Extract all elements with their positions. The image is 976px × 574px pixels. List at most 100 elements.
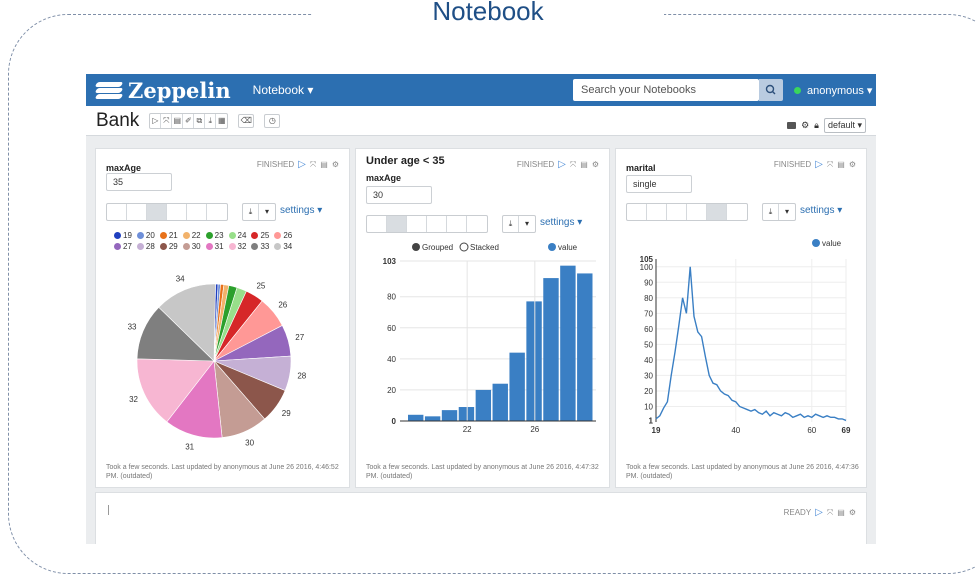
area-chart-icon[interactable] xyxy=(167,204,187,220)
search-button[interactable] xyxy=(759,79,783,101)
run-icon[interactable]: ▷ xyxy=(815,507,823,518)
y-tick-label: 30 xyxy=(644,371,653,380)
legend-item[interactable]: 20 xyxy=(136,231,155,240)
legend-item[interactable]: 25 xyxy=(251,231,269,240)
pie-chart-icon[interactable] xyxy=(407,216,427,232)
scatter-chart-icon[interactable] xyxy=(727,204,747,220)
settings-toggle[interactable]: settings ▾ xyxy=(800,205,842,216)
settings-toggle[interactable]: settings ▾ xyxy=(280,205,322,216)
chevron-down-icon[interactable]: ▾ xyxy=(779,204,795,220)
table-icon[interactable] xyxy=(107,204,127,220)
x-tick-label: 19 xyxy=(652,426,661,435)
table-icon[interactable] xyxy=(627,204,647,220)
table-icon[interactable] xyxy=(367,216,387,232)
notebook-title[interactable]: Bank xyxy=(96,110,139,132)
slice-label: 34 xyxy=(176,275,185,284)
gear-icon[interactable]: ⚙ xyxy=(849,160,856,169)
download-icon[interactable]: ⤓ xyxy=(763,204,779,220)
clone-icon[interactable]: ⧉ xyxy=(194,113,206,128)
expand-icon[interactable]: ⤧ xyxy=(827,508,833,518)
max-age-input[interactable]: 35 xyxy=(106,173,172,191)
bar xyxy=(560,265,576,421)
expand-icon[interactable]: ⤧ xyxy=(310,160,316,170)
lock-icon[interactable]: 🔒︎ xyxy=(814,120,819,131)
bar-chart-icon[interactable] xyxy=(387,216,407,232)
gear-icon[interactable]: ⚙ xyxy=(592,160,599,169)
max-age-input[interactable]: 30 xyxy=(366,186,432,204)
legend-label: value xyxy=(822,239,842,248)
scatter-chart-icon[interactable] xyxy=(207,204,227,220)
run-icon[interactable]: ▷ xyxy=(558,159,566,170)
search-input[interactable]: Search your Notebooks xyxy=(573,79,759,101)
chevron-down-icon[interactable]: ▾ xyxy=(519,216,535,232)
param-label: marital xyxy=(626,163,656,173)
chart-type-buttons xyxy=(106,203,228,221)
area-chart-icon[interactable] xyxy=(427,216,447,232)
download-icon[interactable]: ⤓ xyxy=(503,216,519,232)
bar-chart-icon[interactable] xyxy=(647,204,667,220)
toggle-output-icon[interactable]: ▤ xyxy=(172,113,184,128)
delete-icon[interactable]: ⌫ xyxy=(238,113,255,128)
download-buttons: ⤓ ▾ xyxy=(762,203,796,221)
pie-legend: 19 20 21 22 23 24 25 26 xyxy=(114,231,292,240)
bar-chart-icon[interactable] xyxy=(127,204,147,220)
run-icon[interactable]: ▷ xyxy=(298,159,306,170)
keyboard-icon[interactable] xyxy=(787,122,797,129)
legend-item[interactable]: 21 xyxy=(159,231,178,240)
run-icon[interactable]: ▷ xyxy=(815,159,823,170)
legend-item[interactable]: 23 xyxy=(205,231,224,240)
download-icon[interactable]: ⤓ xyxy=(243,204,259,220)
slice-label: 33 xyxy=(128,322,137,331)
user-menu[interactable]: anonymous ▾ xyxy=(794,84,872,97)
legend-item[interactable]: 19 xyxy=(114,231,132,240)
line-chart-icon[interactable] xyxy=(447,216,467,232)
y-tick-label: 50 xyxy=(644,340,653,349)
toggle-code-icon[interactable]: ⤧ xyxy=(161,113,173,128)
bar xyxy=(458,407,475,421)
legend-item[interactable]: 26 xyxy=(274,231,292,240)
clear-output-icon[interactable]: ✐ xyxy=(183,113,195,128)
export-icon[interactable]: ⤓ xyxy=(205,113,217,128)
version-icon[interactable]: ▦ xyxy=(216,114,227,128)
line-chart-icon[interactable] xyxy=(187,204,207,220)
gear-icon[interactable]: ⚙ xyxy=(849,508,856,517)
line-chart-icon[interactable] xyxy=(707,204,727,220)
notebook-toolbar: Bank ▷ ⤧ ▤ ✐ ⧉ ⤓ ▦ ⌫ ◷ xyxy=(86,106,876,136)
notebook-menu[interactable]: Notebook ▾ xyxy=(253,83,314,97)
area-chart-icon[interactable] xyxy=(687,204,707,220)
book-icon[interactable]: ▤ xyxy=(580,160,588,169)
legend-label: Stacked xyxy=(470,243,499,252)
settings-toggle[interactable]: settings ▾ xyxy=(540,217,582,228)
y-tick-label: 20 xyxy=(644,387,653,396)
paragraph-status: FINISHED ▷ ⤧ ▤ ⚙ xyxy=(516,159,599,170)
zeppelin-app: Zeppelin Notebook ▾ Search your Notebook… xyxy=(86,74,876,544)
paragraph-empty[interactable]: READY ▷ ⤧ ▤ ⚙ xyxy=(95,492,867,544)
run-all-icon[interactable]: ▷ xyxy=(150,113,162,128)
brand-logo[interactable]: Zeppelin xyxy=(94,78,231,103)
pie-chart-icon[interactable] xyxy=(147,204,167,220)
book-icon[interactable]: ▤ xyxy=(837,160,845,169)
legend-item[interactable]: 22 xyxy=(182,231,201,240)
code-cursor[interactable] xyxy=(108,505,109,515)
interpreter-select[interactable]: default ▾ xyxy=(823,118,866,133)
slice-label: 29 xyxy=(282,409,291,418)
paragraph-footnote: Took a few seconds. Last updated by anon… xyxy=(366,464,599,480)
y-tick-label: 1 xyxy=(649,416,654,425)
scatter-chart-icon[interactable] xyxy=(467,216,487,232)
chevron-down-icon[interactable]: ▾ xyxy=(259,204,275,220)
book-icon[interactable]: ▤ xyxy=(837,508,845,517)
legend-item[interactable]: 24 xyxy=(228,231,246,240)
expand-icon[interactable]: ⤧ xyxy=(570,160,576,170)
line-chart: value 1 10 20 30 40 50 60 70 80 90 100105 19 40 60 69 xyxy=(640,239,851,435)
slice-label: 31 xyxy=(185,443,194,452)
schedule-icon[interactable]: ◷ xyxy=(264,113,281,128)
bar xyxy=(441,410,458,421)
x-tick-label: 60 xyxy=(807,426,816,435)
pie-chart-icon[interactable] xyxy=(667,204,687,220)
expand-icon[interactable]: ⤧ xyxy=(827,160,833,170)
marital-select[interactable]: single xyxy=(626,175,692,193)
bar xyxy=(492,383,508,421)
book-icon[interactable]: ▤ xyxy=(320,160,328,169)
gear-icon[interactable]: ⚙ xyxy=(332,160,339,169)
gear-icon[interactable]: ⚙ xyxy=(801,120,809,131)
